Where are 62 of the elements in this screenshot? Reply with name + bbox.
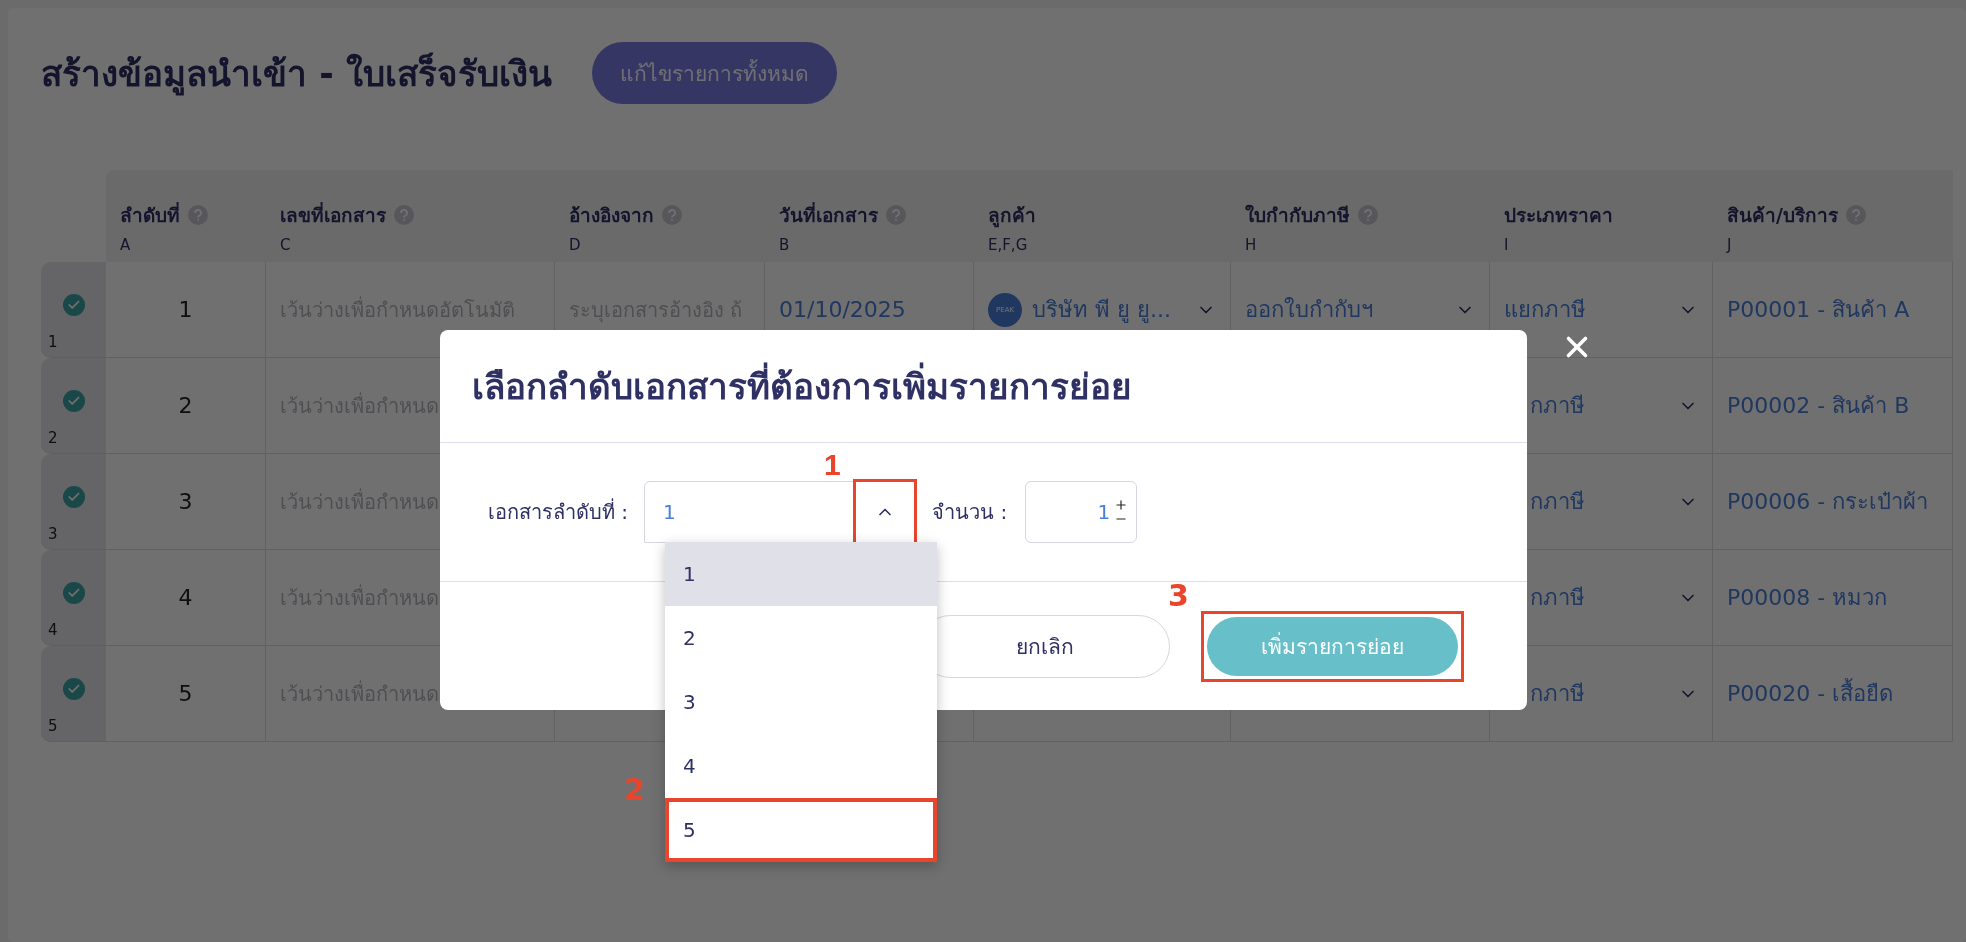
annotation-number: 2: [624, 772, 645, 807]
column-header: สินค้า/บริการ: [1727, 203, 1838, 228]
add-sub-items-button[interactable]: เพิ่มรายการย่อย: [1207, 616, 1458, 676]
product-value[interactable]: P00020 - เสื้อยืด: [1727, 676, 1894, 711]
plus-icon[interactable]: [1114, 498, 1129, 512]
dropdown-option[interactable]: 2: [665, 606, 937, 670]
row-checkbox[interactable]: [62, 581, 85, 604]
customer-name[interactable]: บริษัท พี ยู ยู...: [1032, 292, 1171, 327]
product-value[interactable]: P00002 - สินค้า B: [1727, 388, 1910, 423]
help-icon[interactable]: [1845, 205, 1866, 225]
help-icon[interactable]: [188, 205, 208, 225]
help-icon[interactable]: [1358, 205, 1378, 225]
tax-invoice-value[interactable]: ออกใบกำกับฯ: [1245, 292, 1373, 327]
document-date[interactable]: 01/10/2025: [779, 297, 906, 322]
annotation-number: 1: [824, 448, 841, 482]
sequence-number: 5: [178, 681, 193, 706]
dropdown-option[interactable]: 4: [665, 734, 937, 798]
price-type-value[interactable]: กภาษี: [1530, 388, 1585, 423]
column-header: เลขที่เอกสาร: [280, 201, 386, 228]
sequence-number: 4: [178, 585, 193, 610]
column-header: ลำดับที่: [120, 201, 180, 228]
price-type-value[interactable]: แยกภาษี: [1504, 292, 1586, 327]
column-letter: J: [1727, 236, 1733, 254]
column-letter: D: [569, 236, 582, 254]
column-letter: B: [779, 236, 791, 254]
product-value[interactable]: P00008 - หมวก: [1727, 580, 1888, 615]
row-index: 4: [48, 621, 58, 639]
row-index: 1: [48, 333, 58, 351]
row-checkbox[interactable]: [62, 389, 85, 412]
annotation-number: 3: [1168, 577, 1189, 613]
row-index: 3: [48, 525, 58, 543]
sequence-number: 1: [178, 297, 193, 322]
column-letter: A: [120, 236, 132, 254]
dropdown-option[interactable]: 3: [665, 670, 937, 734]
column-header: อ้างอิงจาก: [569, 203, 654, 228]
help-icon[interactable]: [886, 205, 906, 225]
sequence-number: 2: [178, 393, 193, 418]
column-header: วันที่เอกสาร: [779, 201, 878, 228]
column-letter: E,F,G: [988, 236, 1029, 254]
help-icon[interactable]: [662, 205, 682, 225]
quantity-input[interactable]: 1: [1025, 481, 1138, 543]
dropdown-option[interactable]: 1: [665, 542, 937, 606]
row-checkbox[interactable]: [62, 485, 85, 508]
column-header: ลูกค้า: [988, 203, 1036, 230]
column-header: ประเภทราคา: [1504, 203, 1613, 228]
price-type-value[interactable]: กภาษี: [1530, 484, 1585, 519]
product-value[interactable]: P00001 - สินค้า A: [1727, 292, 1910, 327]
row-index: 5: [48, 717, 58, 735]
price-type-value[interactable]: กภาษี: [1530, 580, 1585, 615]
price-type-value[interactable]: กภาษี: [1530, 676, 1585, 711]
column-letter: I: [1504, 236, 1510, 254]
row-checkbox[interactable]: [62, 293, 85, 316]
column-header: ใบกำกับภาษี: [1245, 203, 1350, 228]
sequence-number: 3: [178, 489, 193, 514]
column-letter: H: [1245, 236, 1258, 254]
row-index: 2: [48, 429, 58, 447]
column-letter: C: [280, 236, 292, 254]
field-label: จำนวน :: [932, 499, 1008, 526]
row-checkbox[interactable]: [62, 677, 85, 700]
page-title: สร้างข้อมูลนำเข้า - ใบเสร็จรับเงิน: [41, 51, 552, 98]
help-icon[interactable]: [394, 205, 414, 225]
product-value[interactable]: P00006 - กระเป๋าผ้า: [1727, 484, 1929, 519]
